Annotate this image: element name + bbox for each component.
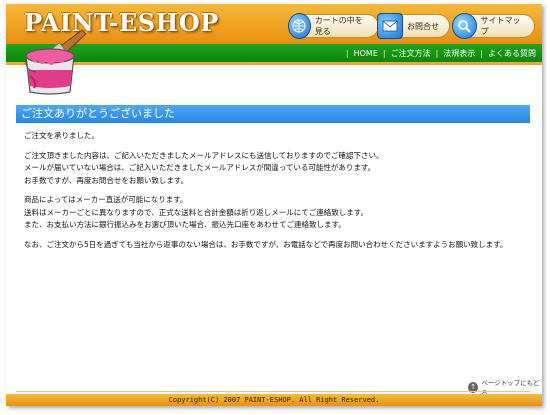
copyright-text: Copyright(C) 2007 PAINT-ESHOP. All Right…: [168, 396, 380, 404]
message-line: メールが届いていない場合は、ご記入いただきましたメールアドレスが間違っている可能…: [24, 163, 376, 172]
nav-separator: |: [480, 48, 483, 58]
footer: Copyright(C) 2007 PAINT-ESHOP. All Right…: [6, 394, 542, 406]
magnifier-icon: [452, 13, 477, 39]
page-title: ご注文ありがとうございました: [21, 107, 175, 120]
message-paragraph: ご注文頂きました内容は、ご記入いただきましたメールアドレスにも送信しておりますの…: [24, 150, 529, 188]
page-frame: PAINT-ESHOP カートの中を見る お問合せ サイトマップ | HOME …: [6, 4, 542, 406]
sitemap-label: サイトマップ: [480, 16, 521, 36]
message-line: なお、ご注文から5日を過ぎても当社から返事のない場合は、お手数ですが、お電話など…: [24, 239, 508, 249]
message-line: ご注文頂きました内容は、ご記入いただきましたメールアドレスにも送信しておりますの…: [24, 150, 384, 160]
message-line: 商品によってはメーカー直送が可能になります。: [24, 195, 188, 204]
main-nav: | HOME | ご注文方法 | 法規表示 | よくある質問: [341, 44, 536, 62]
page-title-bar: ご注文ありがとうございました: [16, 105, 530, 123]
message-paragraph: なお、ご注文から5日を過ぎても当社から返事のない場合は、お手数ですが、お電話など…: [24, 239, 529, 252]
nav-separator: |: [382, 48, 386, 58]
message-line: 送料はメーカーごとに異なりますので、正式な送料と合計金額は折り返しメールにてご連…: [24, 207, 368, 217]
paint-can-icon: [25, 29, 87, 95]
nav-separator: |: [435, 48, 439, 58]
nav-separator: |: [345, 48, 349, 58]
globe-cart-icon: [288, 13, 311, 39]
message-line: また、お支払い方法に銀行振込みをお選び頂いた場合、振込先口座をあわせてご連絡致し…: [24, 220, 346, 229]
order-complete-message: ご注文を承りました。 ご注文頂きました内容は、ご記入いただきましたメールアドレス…: [24, 130, 529, 258]
contact-button[interactable]: お問合せ: [377, 13, 450, 39]
envelope-icon: [377, 13, 403, 39]
nav-item-home[interactable]: HOME: [354, 49, 378, 58]
view-cart-label: カートの中を見る: [314, 16, 363, 36]
message-line: ご注文を承りました。: [24, 131, 99, 140]
message-paragraph: 商品によってはメーカー直送が可能になります。 送料はメーカーごとに異なりますので…: [24, 194, 529, 232]
footer-divider: [16, 391, 530, 392]
nav-item-how-to-order[interactable]: ご注文方法: [391, 48, 431, 59]
message-paragraph: ご注文を承りました。: [24, 130, 529, 143]
message-line: お手数ですが、再度お問合せをお願い致します。: [24, 175, 189, 185]
nav-item-legal[interactable]: 法規表示: [443, 48, 475, 59]
sitemap-button[interactable]: サイトマップ: [452, 13, 535, 39]
contact-label: お問合せ: [407, 21, 439, 31]
view-cart-button[interactable]: カートの中を見る: [288, 13, 379, 39]
nav-item-faq[interactable]: よくある質問: [488, 48, 536, 59]
